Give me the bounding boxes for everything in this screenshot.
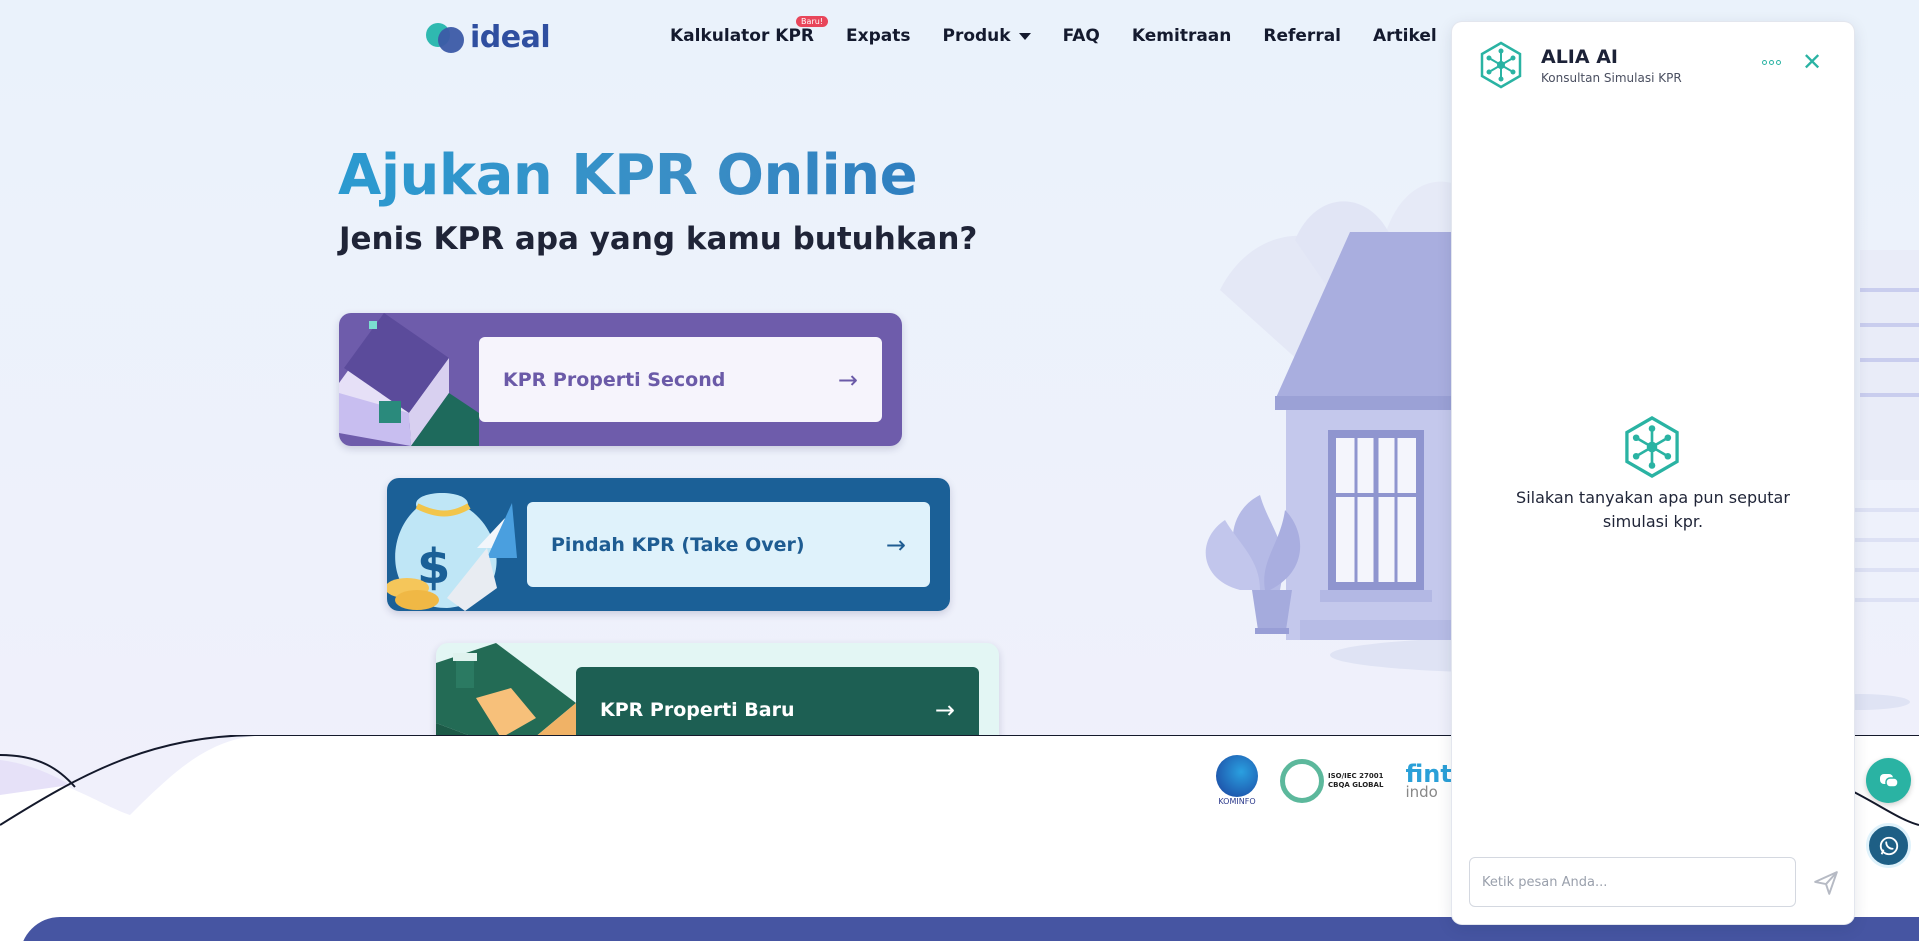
fintech-line-1: fint — [1405, 759, 1452, 788]
kpr-second-card[interactable]: KPR Properti Second → — [339, 313, 902, 446]
nav-label: Referral — [1263, 26, 1342, 46]
nav-expats[interactable]: Expats — [846, 26, 910, 46]
nav-kemitraan[interactable]: Kemitraan — [1132, 26, 1232, 46]
iso-line-1: ISO/IEC 27001 — [1328, 771, 1384, 780]
second-house-illustration — [339, 313, 479, 446]
arrow-right-icon: → — [934, 695, 955, 724]
whatsapp-button[interactable] — [1866, 823, 1911, 868]
kpr-takeover-card[interactable]: $ Pindah KPR (Take Over) → — [387, 478, 950, 611]
chat-subtitle: Konsultan Simulasi KPR — [1541, 71, 1682, 85]
nav-label: Produk — [942, 26, 1011, 46]
nav-referral[interactable]: Referral — [1263, 26, 1341, 46]
certification-logos: KOMINFO ISO/IEC 27001 CBQA GLOBAL fint i… — [1216, 755, 1452, 806]
money-bag-illustration: $ — [387, 493, 517, 611]
alia-ai-logo-icon — [1480, 41, 1522, 89]
nav-kalkulator-kpr[interactable]: Kalkulator KPR Baru! — [670, 16, 829, 46]
send-icon[interactable] — [1813, 870, 1839, 896]
kpr-second-label: KPR Properti Second — [503, 368, 726, 391]
nav-label: Kemitraan — [1131, 26, 1232, 46]
new-badge: Baru! — [796, 16, 829, 27]
close-icon[interactable]: ✕ — [1800, 50, 1824, 74]
ideal-logo-icon — [426, 21, 466, 55]
nav-label: FAQ — [1062, 26, 1100, 46]
chat-bubble-button[interactable] — [1866, 758, 1911, 803]
page: ideal Kalkulator KPR Baru! Expats Produk… — [0, 0, 1919, 941]
nav-label: Expats — [846, 26, 911, 46]
chat-empty-message: Silakan tanyakan apa pun seputar simulas… — [1516, 488, 1790, 531]
ideal-logo[interactable]: ideal — [426, 20, 551, 55]
logo-text: ideal — [470, 20, 551, 55]
main-nav: Kalkulator KPR Baru! Expats Produk FAQ K… — [670, 16, 1469, 46]
kpr-baru-label: KPR Properti Baru — [600, 698, 795, 721]
more-options-icon[interactable] — [1757, 52, 1785, 72]
chat-title: ALIA AI — [1541, 46, 1618, 68]
kpr-takeover-label: Pindah KPR (Take Over) — [551, 533, 805, 556]
chat-bubble-icon — [1879, 773, 1899, 788]
hero-title: Ajukan KPR Online — [338, 143, 918, 208]
nav-faq[interactable]: FAQ — [1063, 26, 1100, 46]
nav-label: Artikel — [1373, 26, 1437, 46]
chat-message-input[interactable] — [1469, 857, 1796, 907]
nav-produk[interactable]: Produk — [942, 26, 1031, 46]
hero-subtitle: Jenis KPR apa yang kamu butuhkan? — [339, 221, 978, 257]
kpr-second-button[interactable]: KPR Properti Second → — [479, 337, 882, 422]
arrow-right-icon: → — [837, 365, 858, 394]
fintech-logo: fint indo — [1405, 759, 1452, 801]
iso-line-2: CBQA GLOBAL — [1328, 780, 1384, 789]
kominfo-label: KOMINFO — [1218, 797, 1256, 806]
iso-logo: ISO/IEC 27001 CBQA GLOBAL — [1280, 758, 1384, 803]
nav-label: Kalkulator KPR — [670, 26, 815, 46]
nav-artikel[interactable]: Artikel — [1373, 26, 1437, 46]
whatsapp-icon — [1879, 836, 1898, 855]
kominfo-logo: KOMINFO — [1216, 755, 1258, 806]
chat-panel: ALIA AI Konsultan Simulasi KPR ✕ Silakan… — [1452, 22, 1854, 924]
caret-down-icon — [1018, 32, 1031, 40]
arrow-right-icon: → — [885, 530, 906, 559]
fintech-line-2: indo — [1405, 782, 1438, 801]
alia-ai-center-logo-icon — [1625, 416, 1679, 478]
kpr-takeover-button[interactable]: Pindah KPR (Take Over) → — [527, 502, 930, 587]
